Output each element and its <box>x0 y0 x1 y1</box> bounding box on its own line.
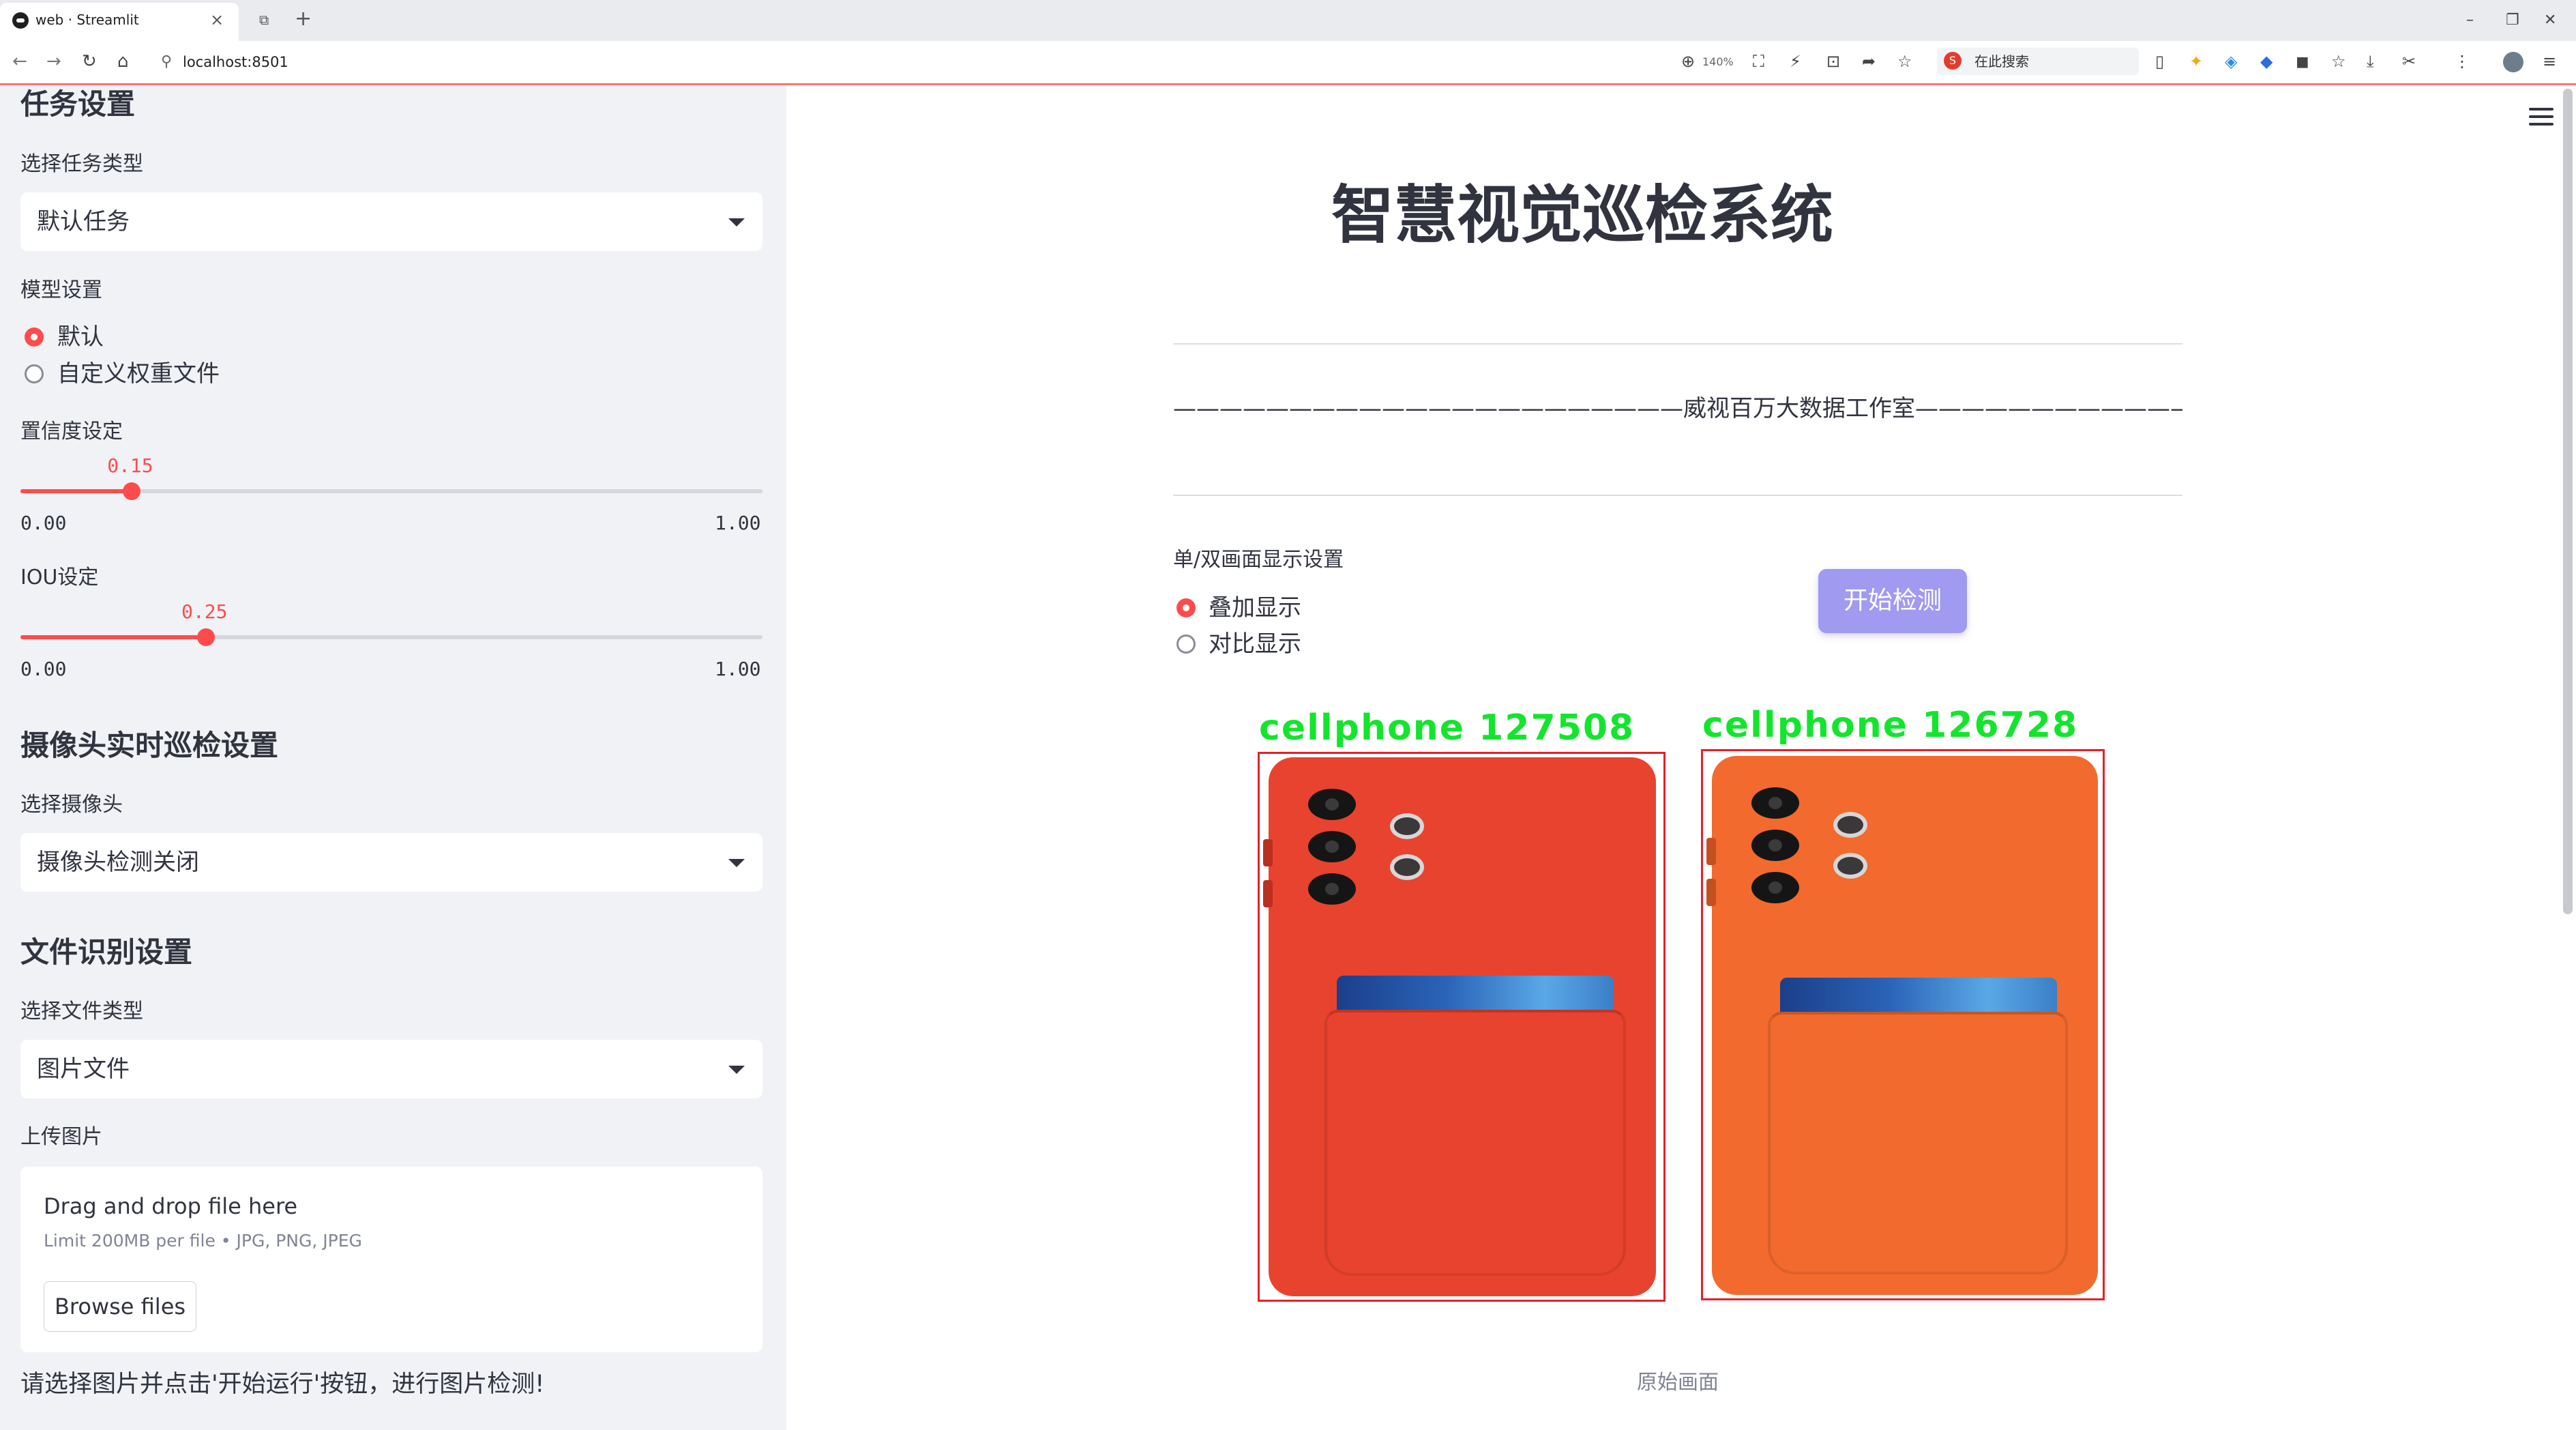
lightning-icon[interactable]: ⚡ <box>1790 49 1801 74</box>
display-option-compare[interactable]: 对比显示 <box>1209 628 1301 660</box>
site-info-icon[interactable]: ⚲ <box>161 51 172 73</box>
display-mode-label: 单/双画面显示设置 <box>1173 548 1344 572</box>
file-type-value: 图片文件 <box>37 1055 130 1083</box>
reload-icon[interactable]: ↻ <box>82 49 97 74</box>
forward-icon[interactable]: → <box>46 49 61 74</box>
camera-label: 选择摄像头 <box>20 793 123 817</box>
camera-value: 摄像头检测关闭 <box>37 849 199 876</box>
restore-icon[interactable]: ❐ <box>2506 8 2519 33</box>
task-type-value: 默认任务 <box>37 208 130 235</box>
detection-label-1: cellphone 127508 <box>1259 707 1635 748</box>
start-detection-button[interactable]: 开始检测 <box>1818 569 1967 633</box>
tab-close-icon[interactable]: × <box>210 10 224 30</box>
tab-group-icon[interactable]: ⧉ <box>259 10 269 30</box>
chevron-down-icon <box>728 218 745 227</box>
conf-slider-fill <box>20 489 132 493</box>
chevron-down-icon <box>728 859 745 867</box>
translate-icon[interactable]: ⛶ <box>1753 49 1764 74</box>
divider-bottom <box>1173 495 2182 496</box>
sidebar: 任务设置 选择任务类型 默认任务 模型设置 默认 自定义权重文件 置信度设定 0… <box>0 85 786 1430</box>
extension-icon-3[interactable]: ◆ <box>2260 49 2272 74</box>
browser-tab-bar <box>0 0 2576 41</box>
url-input[interactable]: localhost:8501 <box>183 50 288 74</box>
model-radio-custom[interactable] <box>25 364 44 383</box>
dropzone-title: Drag and drop file here <box>44 1193 298 1219</box>
iou-slider-min: 0.00 <box>20 658 67 680</box>
model-option-custom[interactable]: 自定义权重文件 <box>57 358 220 390</box>
task-type-select[interactable]: 默认任务 <box>20 192 763 251</box>
download-icon[interactable]: ⤓ <box>2367 49 2374 74</box>
conf-slider-max: 1.00 <box>715 512 761 534</box>
model-label: 模型设置 <box>20 278 102 302</box>
extension-icon-4[interactable]: ◼ <box>2296 49 2309 74</box>
chevron-down-icon <box>728 1066 745 1074</box>
detection-label-2: cellphone 126728 <box>1702 705 2079 746</box>
reading-mode-icon[interactable]: ▯ <box>2155 49 2164 74</box>
window-close-icon[interactable]: ✕ <box>2544 8 2556 33</box>
page-title: 智慧视觉巡检系统 <box>1331 179 1833 252</box>
file-dropzone[interactable]: Drag and drop file here Limit 200MB per … <box>20 1167 763 1352</box>
upload-label: 上传图片 <box>20 1125 102 1149</box>
hamburger-menu-icon[interactable] <box>2529 108 2553 127</box>
model-option-default[interactable]: 默认 <box>57 321 104 353</box>
iou-slider-thumb[interactable] <box>197 628 215 646</box>
search-engine-icon[interactable]: S <box>1944 52 1961 70</box>
detection-box-1 <box>1258 752 1665 1302</box>
camera-section-title: 摄像头实时巡检设置 <box>20 729 279 762</box>
search-box[interactable] <box>1937 48 2139 75</box>
iou-slider-fill <box>20 635 206 639</box>
conf-slider-thumb[interactable] <box>123 482 141 500</box>
page-scrollbar[interactable] <box>2563 89 2573 914</box>
zoom-icon[interactable]: ⊕ <box>1681 49 1695 74</box>
sidebar-tip: 请选择图片并点击'开始运行'按钮，进行图片检测! <box>20 1371 545 1398</box>
browse-files-button[interactable]: Browse files <box>44 1281 196 1332</box>
task-section-title: 任务设置 <box>20 87 136 121</box>
minimize-icon[interactable]: – <box>2466 8 2474 33</box>
home-icon[interactable]: ⌂ <box>117 49 129 74</box>
new-tab-icon[interactable]: + <box>295 7 312 31</box>
browser-menu-icon[interactable]: ≡ <box>2543 49 2556 74</box>
iou-slider-value: 0.25 <box>181 600 228 623</box>
display-radio-compare[interactable] <box>1176 634 1196 654</box>
extension-icon-2[interactable]: ◈ <box>2225 49 2237 74</box>
collections-icon[interactable]: ☆ <box>2331 49 2346 74</box>
studio-banner: ——————————————————————威视百万大数据工作室————————… <box>1173 395 2182 422</box>
model-radio-default[interactable] <box>25 327 44 347</box>
divider-top <box>1173 343 2182 345</box>
scissors-icon[interactable]: ✂ <box>2402 49 2416 74</box>
iou-label: IOU设定 <box>20 566 99 589</box>
file-type-label: 选择文件类型 <box>20 999 143 1023</box>
display-option-overlay[interactable]: 叠加显示 <box>1209 592 1301 624</box>
task-type-label: 选择任务类型 <box>20 152 143 176</box>
detection-box-2 <box>1701 749 2105 1300</box>
dropzone-limit: Limit 200MB per file • JPG, PNG, JPEG <box>44 1231 362 1251</box>
detection-result-image: cellphone 127508 cellphone 126728 <box>1248 703 2114 1303</box>
conf-label: 置信度设定 <box>20 420 123 443</box>
conf-slider-min: 0.00 <box>20 512 67 534</box>
extension-icon[interactable]: ✦ <box>2189 49 2203 74</box>
zoom-level[interactable]: 140% <box>1702 52 1734 72</box>
search-input[interactable]: 在此搜索 <box>1974 51 2029 72</box>
share-icon[interactable]: ➦ <box>1862 49 1876 74</box>
iou-slider-track[interactable] <box>20 635 763 639</box>
file-section-title: 文件识别设置 <box>20 935 193 969</box>
screenshot-icon[interactable]: ⊡ <box>1826 49 1840 74</box>
streamlit-favicon-icon <box>12 12 29 29</box>
file-type-select[interactable]: 图片文件 <box>20 1040 763 1098</box>
profile-avatar[interactable] <box>2503 52 2523 72</box>
display-radio-overlay[interactable] <box>1176 598 1196 617</box>
image-caption: 原始画面 <box>1637 1371 1719 1395</box>
tab-title: web · Streamlit <box>35 12 139 28</box>
conf-slider-value: 0.15 <box>107 454 153 477</box>
more-options-icon[interactable]: ⋮ <box>2454 49 2470 74</box>
back-icon[interactable]: ← <box>12 49 27 74</box>
camera-select[interactable]: 摄像头检测关闭 <box>20 833 763 892</box>
bookmark-star-icon[interactable]: ☆ <box>1897 49 1912 74</box>
iou-slider-max: 1.00 <box>715 658 761 680</box>
